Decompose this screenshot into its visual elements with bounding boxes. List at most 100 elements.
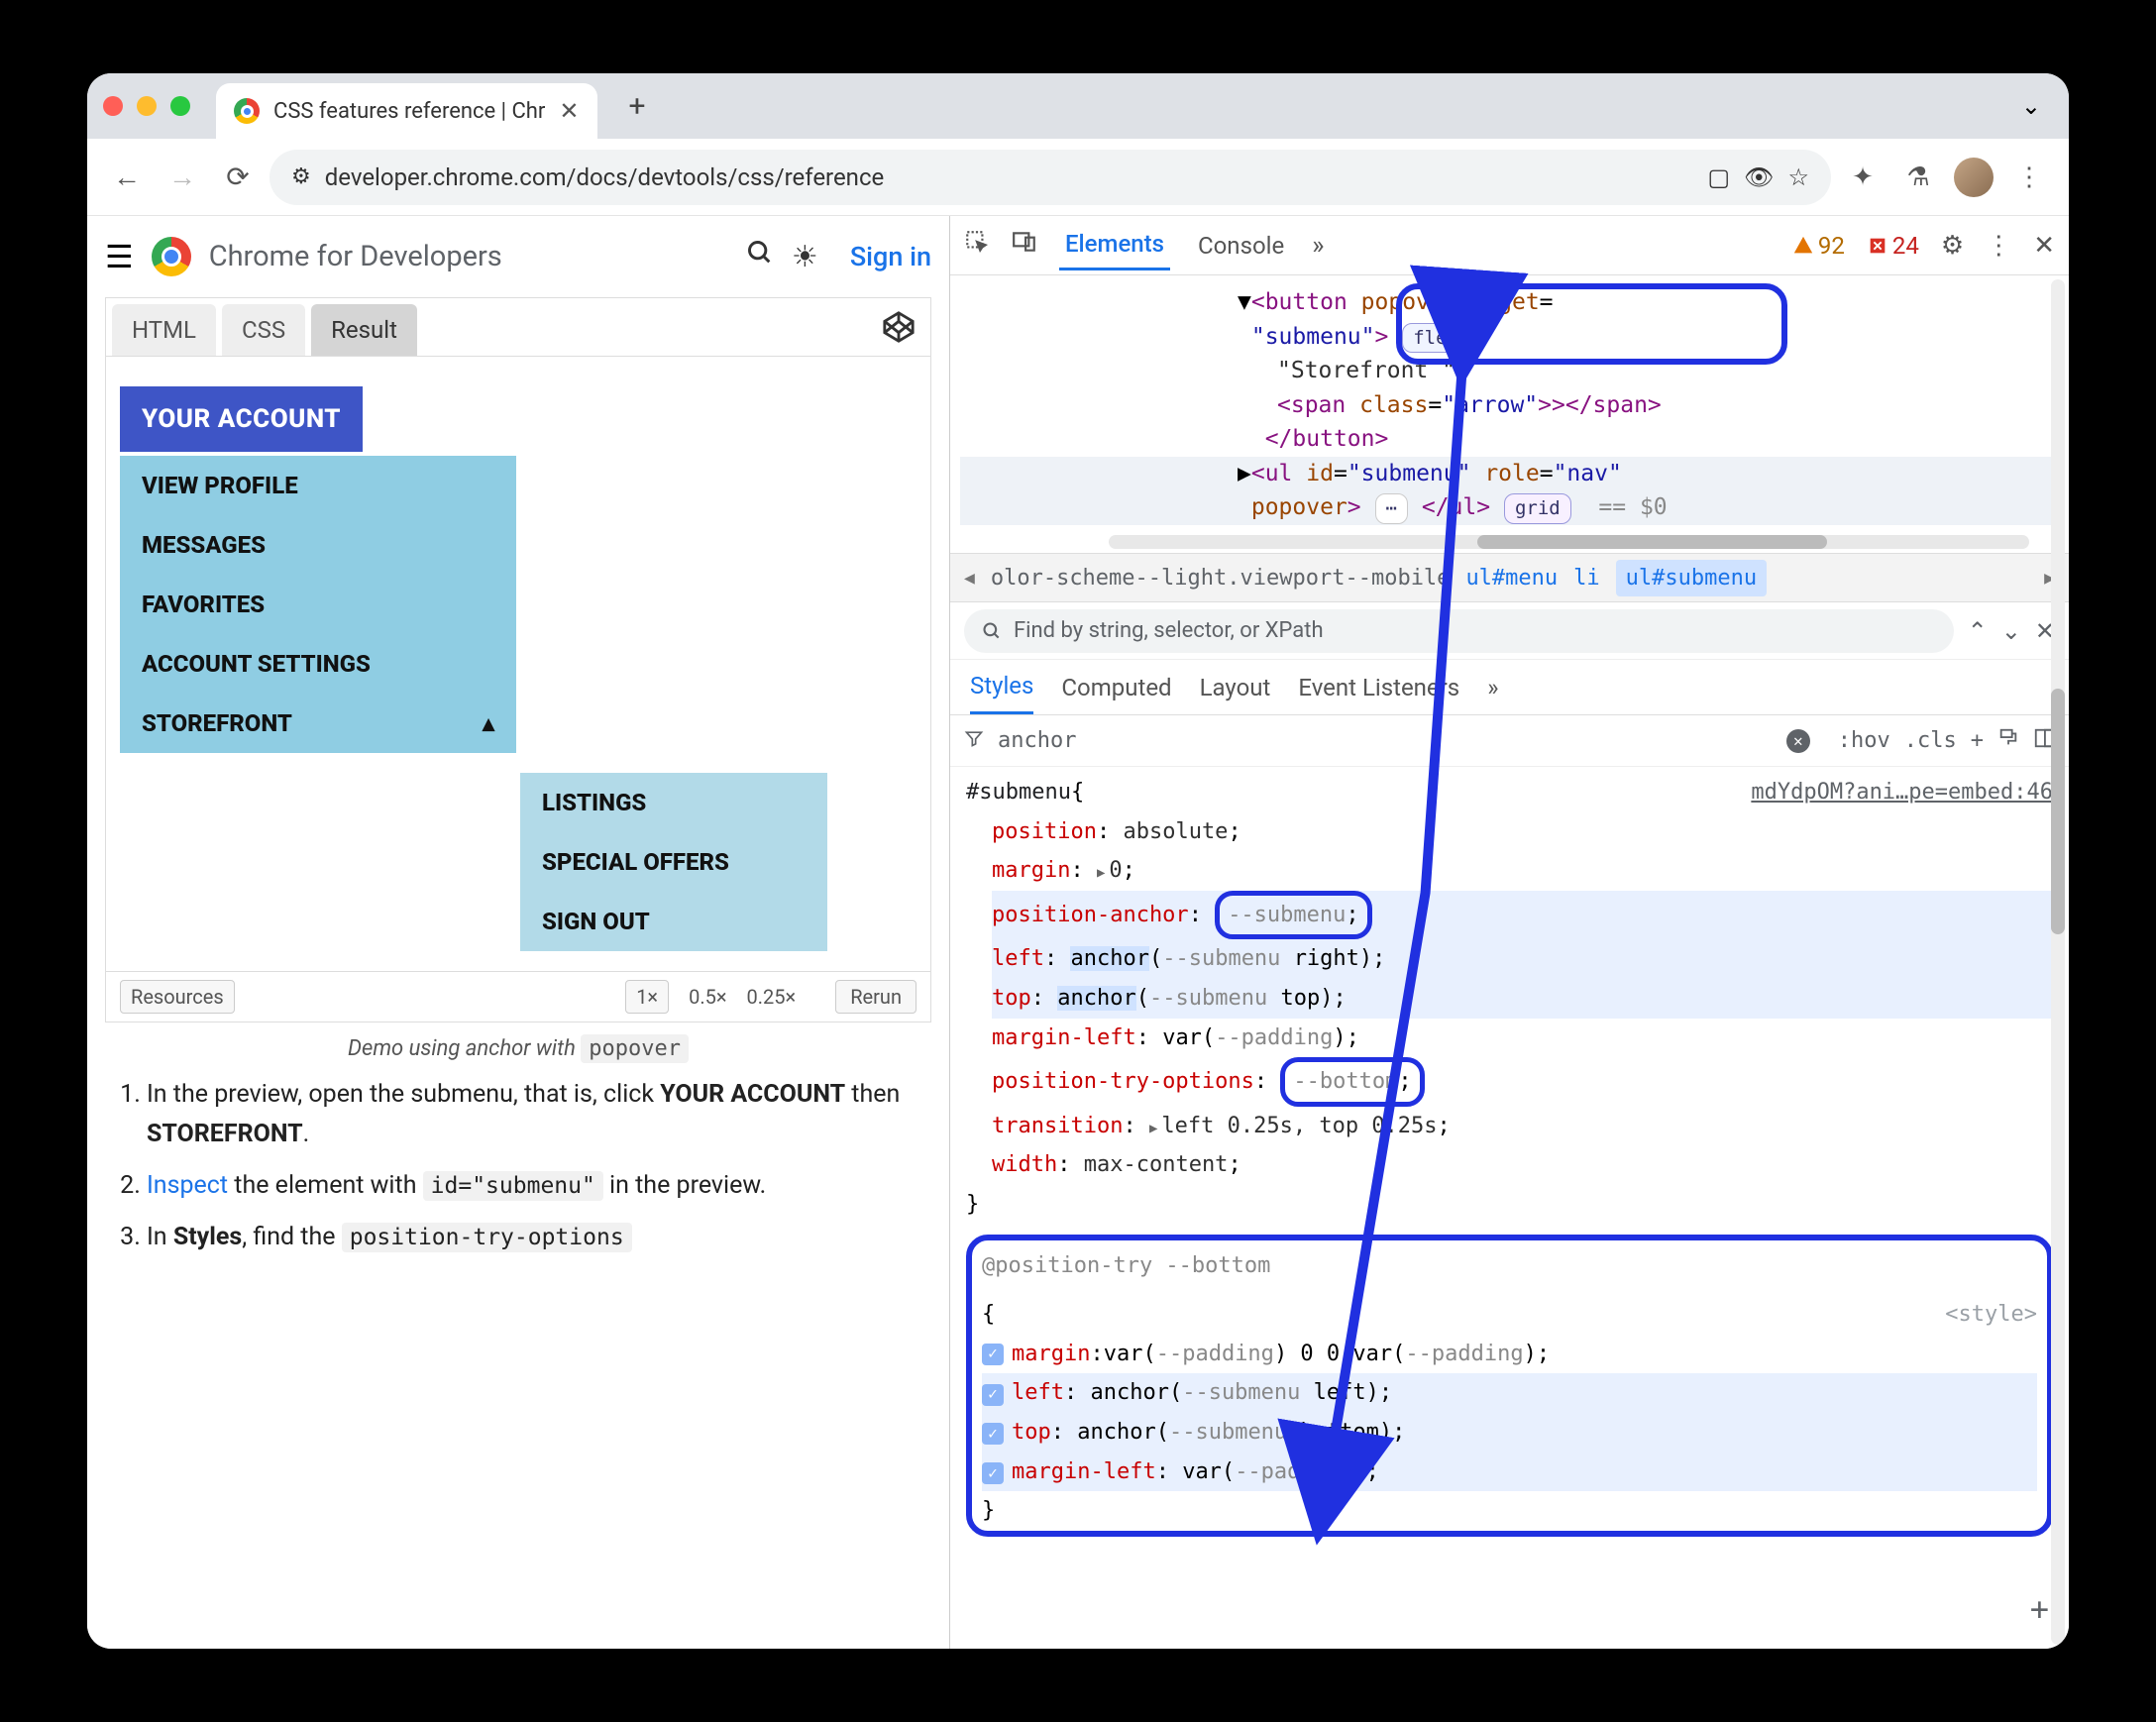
menu-item-sign-out[interactable]: SIGN OUT [520,892,827,951]
menu-item-view-profile[interactable]: VIEW PROFILE [120,456,516,515]
search-icon[interactable] [746,239,774,274]
chevron-up-icon: ▴ [483,709,494,737]
tab-result[interactable]: Result [311,304,417,356]
tab-title: CSS features reference | Chr [273,99,545,124]
zoom-1x[interactable]: 1× [625,980,669,1014]
preview-body: YOUR ACCOUNT VIEW PROFILE MESSAGES FAVOR… [106,357,930,971]
crumb-prev-icon[interactable]: ◀ [964,568,975,589]
source-link[interactable]: mdYdpOM?ani…pe=embed:46 [1751,773,2053,812]
bookmark-star-icon[interactable]: ☆ [1787,163,1809,191]
grid-badge[interactable]: grid [1504,493,1571,524]
search-prev-icon[interactable]: ⌃ [1968,617,1988,645]
submenu-level2: LISTINGS SPECIAL OFFERS SIGN OUT [520,773,827,951]
titlebar: CSS features reference | Chr ✕ + ⌄ [87,73,2069,139]
resources-button[interactable]: Resources [120,980,235,1014]
zoom-05x[interactable]: 0.5× [689,985,726,1009]
close-devtools-icon[interactable]: ✕ [2033,231,2055,261]
menu-item-messages[interactable]: MESSAGES [120,515,516,575]
warnings-count[interactable]: 92 [1792,232,1845,260]
chrome-logo-icon [152,237,191,276]
tab-css[interactable]: CSS [222,304,305,356]
menu-item-special-offers[interactable]: SPECIAL OFFERS [520,832,827,892]
labs-icon[interactable]: ⚗ [1894,154,1942,201]
settings-gear-icon[interactable]: ⚙ [1941,231,1964,261]
tab-layout[interactable]: Layout [1200,674,1271,701]
preview-footer: Resources 1× 0.5× 0.25× Rerun [106,971,930,1022]
tab-styles[interactable]: Styles [970,672,1033,714]
menu-item-listings[interactable]: LISTINGS [520,773,827,832]
dom-horizontal-scrollbar[interactable] [1109,535,2029,549]
tab-console[interactable]: Console [1192,222,1290,269]
tab-computed[interactable]: Computed [1061,674,1171,701]
tab-event-listeners[interactable]: Event Listeners [1298,674,1459,701]
check-icon[interactable]: ✓ [982,1384,1004,1406]
menu-item-account-settings[interactable]: ACCOUNT SETTINGS [120,634,516,694]
content-split: ☰ Chrome for Developers ☀ Sign in HTML C… [87,216,2069,1649]
ellipsis-badge[interactable]: ⋯ [1375,493,1408,524]
your-account-button[interactable]: YOUR ACCOUNT [120,386,363,452]
theme-icon[interactable]: ☀ [792,240,818,274]
more-styles-tabs-icon[interactable]: » [1487,674,1498,701]
step-1: In the preview, open the submenu, that i… [147,1075,919,1154]
annotation-highlight-button [1396,283,1787,365]
tab-elements[interactable]: Elements [1059,220,1170,270]
styles-toolbar: anchor ✕ :hov .cls + [950,715,2069,767]
site-settings-icon[interactable]: ⚙ [291,164,311,189]
inspect-link[interactable]: Inspect [147,1171,228,1200]
tab-list-button[interactable]: ⌄ [2009,92,2053,120]
errors-count[interactable]: 24 [1867,232,1919,260]
check-icon[interactable]: ✓ [982,1344,1004,1365]
device-toggle-icon[interactable] [1012,229,1037,262]
browser-tab[interactable]: CSS features reference | Chr ✕ [216,83,597,139]
clear-filter-icon[interactable]: ✕ [1786,729,1810,753]
avatar[interactable] [1950,154,1997,201]
cls-toggle[interactable]: .cls [1904,728,1957,753]
crumb-selected[interactable]: ul#submenu [1616,560,1767,596]
reload-button[interactable]: ⟳ [214,154,262,201]
hamburger-icon[interactable]: ☰ [105,238,134,275]
new-rule-icon[interactable]: + [1971,728,1984,753]
dom-tree[interactable]: ▼<button popovertarget= "submenu"> flex … [950,275,2069,553]
menu-item-favorites[interactable]: FAVORITES [120,575,516,634]
back-button[interactable]: ← [103,154,151,201]
zoom-window-button[interactable] [170,96,190,116]
extensions-icon[interactable]: ✦ [1839,154,1886,201]
check-icon[interactable]: ✓ [982,1423,1004,1445]
page-header: ☰ Chrome for Developers ☀ Sign in [87,216,949,297]
annotation-highlight-submenu: --submenu; [1215,891,1371,940]
annotation-highlight-position-try: @position-try --bottom {<style> ✓margin:… [966,1235,2053,1537]
tab-html[interactable]: HTML [112,304,216,356]
devtools-scrollbar[interactable] [2051,279,2065,1645]
signin-link[interactable]: Sign in [850,241,931,272]
inspect-element-icon[interactable] [964,229,990,262]
filter-icon[interactable] [964,728,984,754]
instruction-steps: In the preview, open the submenu, that i… [87,1075,949,1257]
omnibox[interactable]: ⚙ developer.chrome.com/docs/devtools/css… [270,150,1831,205]
kebab-menu-icon[interactable]: ⋮ [1986,231,2011,261]
rerun-button[interactable]: Rerun [835,980,916,1014]
device-cast-icon[interactable]: ▢ [1707,163,1730,191]
close-window-button[interactable] [103,96,123,116]
breadcrumb[interactable]: ◀ olor-scheme--light.viewport--mobile ul… [950,553,2069,602]
search-input[interactable]: Find by string, selector, or XPath [964,609,1954,653]
forward-button[interactable]: → [159,154,206,201]
page-content: ☰ Chrome for Developers ☀ Sign in HTML C… [87,216,949,1649]
search-next-icon[interactable]: ⌄ [2001,617,2021,645]
css-filter-input[interactable]: anchor [998,728,1076,753]
codepen-icon[interactable] [879,307,918,347]
menu-item-storefront[interactable]: STOREFRONT ▴ [120,694,516,753]
zoom-025x[interactable]: 0.25× [747,985,797,1009]
close-tab-icon[interactable]: ✕ [559,97,579,125]
check-icon[interactable]: ✓ [982,1462,1004,1484]
style-source-link[interactable]: <style> [1945,1295,2037,1335]
css-rules[interactable]: #submenu { mdYdpOM?ani…pe=embed:46 posit… [950,767,2069,1649]
menu-icon[interactable]: ⋮ [2005,154,2053,201]
new-tab-button[interactable]: + [629,89,646,124]
paint-icon[interactable] [1997,727,2019,755]
incognito-blocked-icon[interactable]: 👁 [1744,163,1774,191]
more-tabs-icon[interactable]: » [1312,231,1324,261]
add-property-icon[interactable]: + [2030,1581,2049,1639]
search-row: Find by string, selector, or XPath ⌃ ⌄ ✕ [950,602,2069,660]
hov-toggle[interactable]: :hov [1838,728,1890,753]
minimize-window-button[interactable] [137,96,157,116]
